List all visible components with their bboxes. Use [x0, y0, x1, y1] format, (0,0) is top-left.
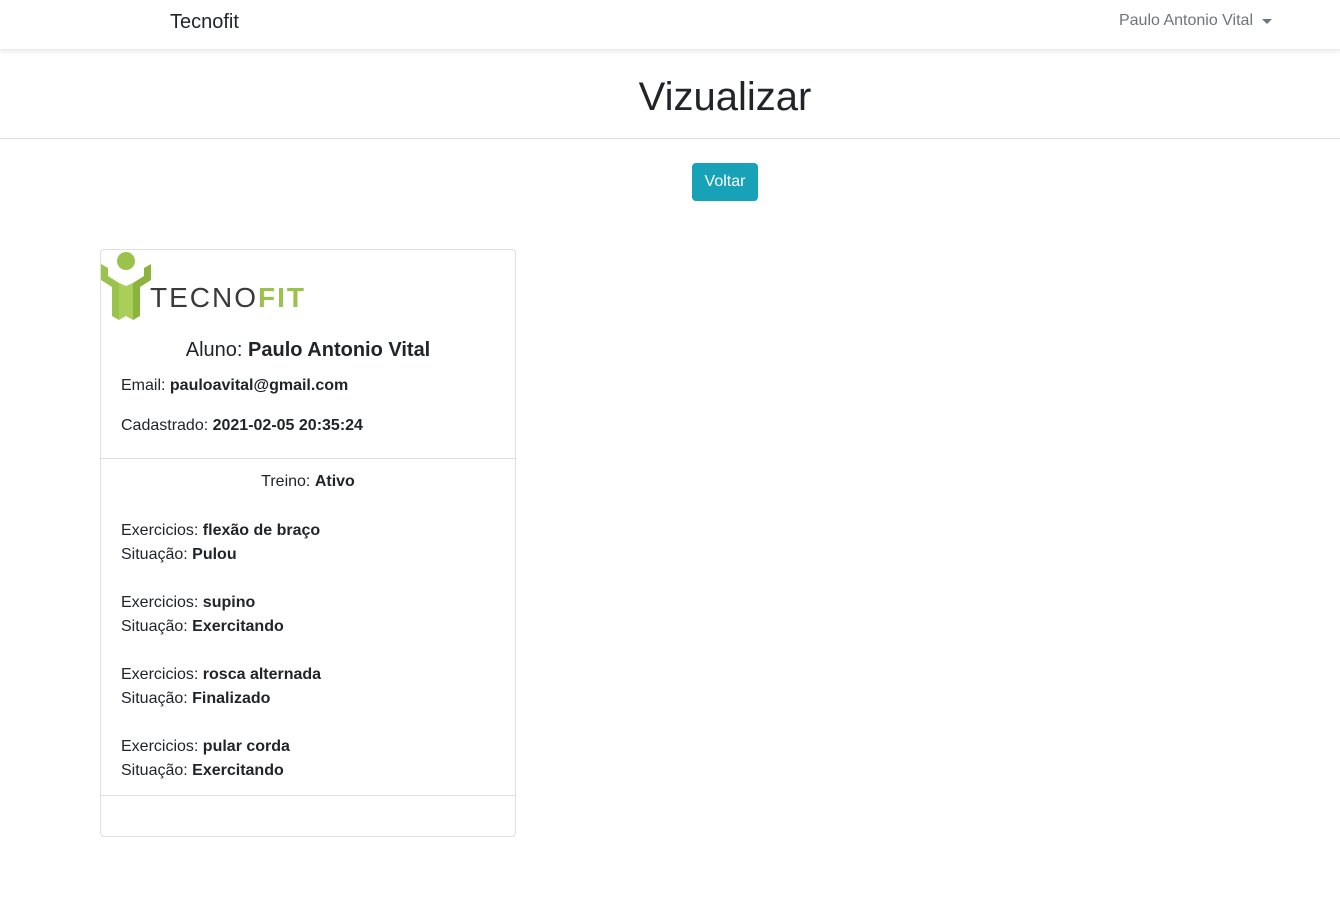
situacao-label: Situação: — [121, 618, 193, 635]
treino-value: Ativo — [314, 473, 355, 490]
aluno-line: Aluno: Paulo Antonio Vital — [101, 339, 515, 362]
email-value: pauloavital@gmail.com — [169, 377, 349, 394]
exercicio-label: Exercicios: — [121, 666, 203, 683]
cadastrado-label: Cadastrado: — [121, 417, 213, 434]
back-button[interactable]: Voltar — [692, 163, 758, 201]
logo-wordmark: TECNOFIT — [150, 282, 306, 313]
card-footer-divider — [101, 795, 515, 796]
card-divider — [101, 458, 515, 459]
tecnofit-logo: TECNOFIT — [101, 250, 311, 320]
user-dropdown[interactable]: Paulo Antonio Vital — [1119, 12, 1272, 30]
exercicio-name: supino — [202, 594, 256, 611]
exercise-item: Exercicios: supino Situação: Exercitando — [121, 591, 284, 639]
exercise-item: Exercicios: rosca alternada Situação: Fi… — [121, 663, 321, 711]
user-name: Paulo Antonio Vital — [1118, 12, 1253, 29]
situacao-value: Finalizado — [192, 690, 271, 707]
exercise-item: Exercicios: flexão de braço Situação: Pu… — [121, 519, 320, 567]
email-line: Email: pauloavital@gmail.com — [121, 377, 348, 395]
exercicio-label: Exercicios: — [121, 522, 203, 539]
exercicio-name: rosca alternada — [202, 666, 322, 683]
situacao-label: Situação: — [121, 762, 193, 779]
brand-link[interactable]: Tecnofit — [170, 11, 239, 34]
treino-label: Treino: — [261, 473, 315, 490]
exercise-item: Exercicios: pular corda Situação: Exerci… — [121, 735, 290, 783]
page-header: Vizualizar — [0, 51, 1340, 139]
situacao-label: Situação: — [121, 690, 193, 707]
top-navbar: Tecnofit Paulo Antonio Vital — [0, 0, 1340, 50]
treino-line: Treino: Ativo — [101, 473, 515, 491]
situacao-value: Exercitando — [192, 618, 284, 635]
student-card: TECNOFIT Aluno: Paulo Antonio Vital Emai… — [100, 249, 516, 837]
aluno-label: Aluno: — [185, 339, 249, 361]
situacao-value: Pulou — [192, 546, 237, 563]
exercicio-name: pular corda — [202, 738, 290, 755]
exercicio-label: Exercicios: — [121, 738, 203, 755]
exercicio-name: flexão de braço — [202, 522, 321, 539]
cadastrado-line: Cadastrado: 2021-02-05 20:35:24 — [121, 417, 363, 435]
chevron-down-icon — [1262, 18, 1272, 24]
situacao-label: Situação: — [121, 546, 193, 563]
aluno-name: Paulo Antonio Vital — [248, 339, 431, 361]
page-title: Vizualizar — [638, 75, 812, 119]
exercicio-label: Exercicios: — [121, 594, 203, 611]
email-label: Email: — [121, 377, 170, 394]
cadastrado-value: 2021-02-05 20:35:24 — [212, 417, 363, 434]
situacao-value: Exercitando — [192, 762, 284, 779]
tecnofit-logo-icon — [101, 252, 151, 320]
